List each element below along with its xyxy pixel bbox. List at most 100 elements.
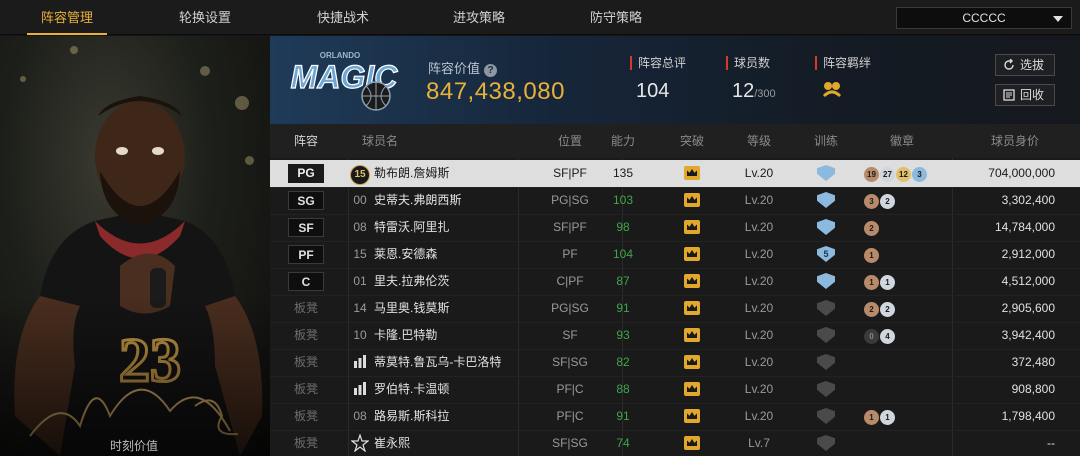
training-cell[interactable]: 5 (814, 241, 838, 268)
tab-offense-strategy[interactable]: 进攻策略 (419, 0, 539, 35)
breakthrough-cell[interactable] (674, 214, 710, 241)
badges-cell[interactable]: 22 (864, 295, 944, 322)
bond-icon[interactable] (821, 78, 843, 100)
player-name[interactable]: 莱恩.安德森 (374, 241, 534, 268)
tab-quick-tactics[interactable]: 快捷战术 (283, 0, 403, 35)
badges-cell[interactable] (864, 430, 944, 456)
training-cell[interactable] (814, 160, 838, 187)
player-name[interactable]: 蒂莫特.鲁瓦乌-卡巴洛特 (374, 349, 534, 376)
breakthrough-cell[interactable] (674, 430, 710, 456)
training-cell[interactable] (814, 349, 838, 376)
roster-select[interactable]: CCCCC (896, 7, 1072, 29)
training-cell[interactable] (814, 403, 838, 430)
lineup-slot[interactable]: 板凳 (288, 407, 324, 426)
col-badges[interactable]: 徽章 (882, 124, 922, 158)
table-row[interactable]: 板凳 罗伯特.卡温顿 PF|C 88 Lv.20 908,800 (270, 376, 1080, 403)
jersey-number (350, 430, 370, 456)
training-cell[interactable] (814, 187, 838, 214)
lineup-slot[interactable]: 板凳 (288, 353, 324, 372)
col-ability[interactable]: 能力 (593, 124, 653, 158)
badges-cell[interactable]: 04 (864, 322, 944, 349)
recycle-button[interactable]: 回收 (995, 84, 1055, 106)
table-row[interactable]: 板凳 08 路易斯.斯科拉 PF|C 91 Lv.20 1 1 1,798,400 (270, 403, 1080, 430)
badge-icon: 0 (864, 329, 879, 344)
lineup-slot[interactable]: PG (288, 164, 324, 183)
breakthrough-cell[interactable] (674, 322, 710, 349)
jersey-number-badge: 15 (350, 165, 370, 185)
breakthrough-cell[interactable] (674, 160, 710, 187)
breakthrough-cell[interactable] (674, 268, 710, 295)
table-row[interactable]: 板凳 崔永熙 SF|SG 74 Lv.7 -- (270, 430, 1080, 456)
training-cell[interactable] (814, 322, 838, 349)
lineup-slot[interactable]: SF (288, 218, 324, 237)
player-value: 704,000,000 (988, 166, 1055, 180)
badges-cell[interactable]: 32 (864, 187, 944, 214)
lineup-slot[interactable]: C (288, 272, 324, 291)
breakthrough-cell[interactable] (674, 376, 710, 403)
crown-icon (684, 301, 700, 315)
col-training[interactable]: 训练 (806, 124, 846, 158)
player-value: -- (1047, 436, 1055, 450)
breakthrough-cell[interactable] (674, 187, 710, 214)
breakthrough-cell[interactable] (674, 403, 710, 430)
badges-cell[interactable] (864, 349, 944, 376)
breakthrough-cell[interactable] (674, 349, 710, 376)
player-name[interactable]: 路易斯.斯科拉 (374, 403, 534, 430)
pick-button[interactable]: 选拔 (995, 54, 1055, 76)
training-cell[interactable] (814, 214, 838, 241)
tab-lineup-management[interactable]: 阵容管理 (7, 0, 127, 35)
player-value: 372,480 (1011, 355, 1055, 369)
help-icon[interactable]: ? (484, 64, 498, 77)
col-level[interactable]: 等级 (725, 124, 793, 158)
training-cell[interactable] (814, 376, 838, 403)
lineup-slot[interactable]: 板凳 (288, 326, 324, 345)
table-row[interactable]: 板凳 14 马里奥.钱莫斯 PG|SG 91 Lv.20 2 2 2,905,600 (270, 295, 1080, 322)
training-cell[interactable] (814, 295, 838, 322)
tab-defense-strategy[interactable]: 防守策略 (556, 0, 676, 35)
table-row[interactable]: C 01 里夫.拉弗伦茨 C|PF 87 Lv.20 1 1 4,512,000 (270, 268, 1080, 295)
breakthrough-cell[interactable] (674, 241, 710, 268)
player-ability: 103 (612, 193, 634, 207)
lineup-slot[interactable]: 板凳 (288, 434, 324, 453)
jersey-number: 00 (353, 193, 367, 207)
badge-icon: 4 (880, 329, 895, 344)
col-player-value[interactable]: 球员身价 (975, 124, 1055, 158)
badges-cell[interactable]: 11 (864, 403, 944, 430)
table-row[interactable]: SF 08 特雷沃.阿里扎 SF|PF 98 Lv.20 2 14,784,000 (270, 214, 1080, 241)
lineup-slot[interactable]: 板凳 (288, 380, 324, 399)
badge-icon: 3 (864, 194, 879, 209)
player-name[interactable]: 卡隆.巴特勒 (374, 322, 534, 349)
badges-cell[interactable]: 19 27 12 3 (864, 160, 944, 187)
col-lineup[interactable]: 阵容 (288, 124, 324, 158)
player-count-label: 球员数 (726, 56, 776, 70)
table-row[interactable]: PF 15 莱恩.安德森 PF 104 Lv.20 5 1 2,912,000 (270, 241, 1080, 268)
table-row[interactable]: 板凳 10 卡隆.巴特勒 SF 93 Lv.20 0 4 3,942,400 (270, 322, 1080, 349)
table-row[interactable]: PG 15 勒布朗.詹姆斯 SF|PF 135 Lv.20 19 27 12 3 704,000,0… (270, 160, 1080, 187)
player-name[interactable]: 里夫.拉弗伦茨 (374, 268, 534, 295)
lineup-slot[interactable]: PF (288, 245, 324, 264)
col-player-name[interactable]: 球员名 (350, 124, 410, 158)
lineup-slot[interactable]: SG (288, 191, 324, 210)
badges-cell[interactable]: 2 (864, 214, 944, 241)
training-cell[interactable] (814, 430, 838, 456)
player-name[interactable]: 崔永熙 (374, 430, 534, 456)
player-hero-card[interactable]: 23 时刻价值 (0, 36, 270, 456)
badges-cell[interactable] (864, 376, 944, 403)
player-name[interactable]: 史蒂夫.弗朗西斯 (374, 187, 534, 214)
player-name[interactable]: 特雷沃.阿里扎 (374, 214, 534, 241)
player-value: 3,302,400 (1001, 193, 1055, 207)
training-cell[interactable] (814, 268, 838, 295)
table-row[interactable]: 板凳 蒂莫特.鲁瓦乌-卡巴洛特 SF|SG 82 Lv.20 372,480 (270, 349, 1080, 376)
badge-icon: 2 (864, 221, 879, 236)
player-name[interactable]: 勒布朗.詹姆斯 (374, 160, 534, 187)
player-name[interactable]: 马里奥.钱莫斯 (374, 295, 534, 322)
player-value: 14,784,000 (994, 220, 1055, 234)
table-row[interactable]: SG 00 史蒂夫.弗朗西斯 PG|SG 103 Lv.20 3 2 3,302,400 (270, 187, 1080, 214)
badges-cell[interactable]: 1 (864, 241, 944, 268)
breakthrough-cell[interactable] (674, 295, 710, 322)
player-name[interactable]: 罗伯特.卡温顿 (374, 376, 534, 403)
col-breakthrough[interactable]: 突破 (668, 124, 716, 158)
badges-cell[interactable]: 11 (864, 268, 944, 295)
lineup-slot[interactable]: 板凳 (288, 299, 324, 318)
tab-rotation-settings[interactable]: 轮换设置 (145, 0, 265, 35)
